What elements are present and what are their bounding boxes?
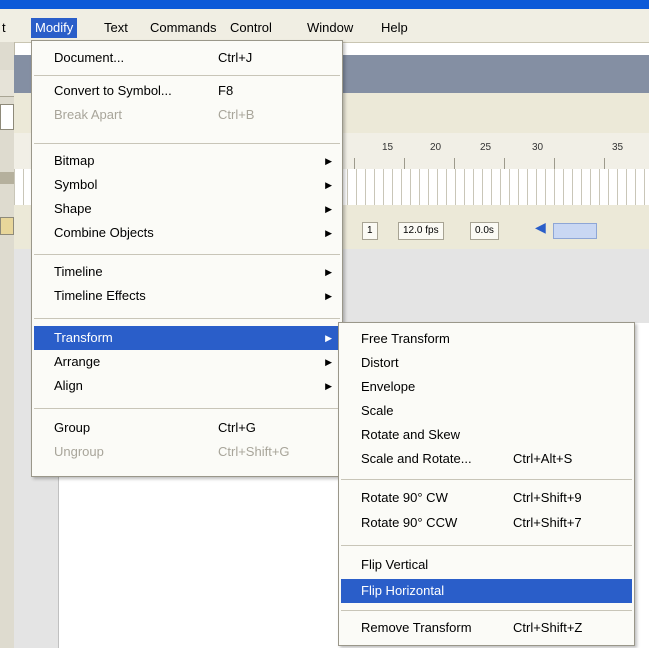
menu-item-shortcut: Ctrl+Alt+S xyxy=(513,451,573,466)
ruler-number: 15 xyxy=(382,142,394,153)
toolbar-tab[interactable] xyxy=(0,70,14,97)
scroll-left-icon[interactable]: ◀ xyxy=(535,219,546,236)
menu-item-label: Timeline xyxy=(54,264,103,279)
modify-menu: Document... Ctrl+J Convert to Symbol... … xyxy=(31,40,343,477)
menu-item-label: Convert to Symbol... xyxy=(54,83,172,98)
menu-item-arrange[interactable]: Arrange ▶ xyxy=(34,350,340,374)
window-title-bar xyxy=(0,0,649,9)
menu-item-shortcut: Ctrl+J xyxy=(218,50,253,65)
menu-item-label: Shape xyxy=(54,201,92,216)
menu-item-rotate-90-ccw[interactable]: Rotate 90° CCW Ctrl+Shift+7 xyxy=(341,511,632,535)
menu-item-shortcut: Ctrl+Shift+G xyxy=(218,444,290,459)
current-frame: 1 xyxy=(362,222,378,240)
ruler-number: 25 xyxy=(480,142,492,153)
menu-item-flip-horizontal[interactable]: Flip Horizontal xyxy=(341,579,632,603)
left-toolbar-edge xyxy=(0,42,15,648)
menubar-item-text[interactable]: Text xyxy=(100,18,132,38)
menubar-item-edit[interactable]: t xyxy=(0,18,10,38)
menu-item-transform[interactable]: Transform ▶ xyxy=(34,326,340,350)
menubar-item-help[interactable]: Help xyxy=(377,18,412,38)
elapsed-time: 0.0s xyxy=(470,222,499,240)
menu-item-scale[interactable]: Scale xyxy=(341,399,632,423)
menu-item-label: Arrange xyxy=(54,354,101,369)
menu-item-free-transform[interactable]: Free Transform xyxy=(341,327,632,351)
menu-item-remove-transform[interactable]: Remove Transform Ctrl+Shift+Z xyxy=(341,616,632,640)
ruler-number: 30 xyxy=(532,142,544,153)
transform-submenu: Free Transform Distort Envelope Scale Ro… xyxy=(338,322,635,646)
menu-item-label: Transform xyxy=(54,330,113,345)
menu-item-shortcut: Ctrl+Shift+7 xyxy=(513,515,582,530)
menu-item-scale-and-rotate[interactable]: Scale and Rotate... Ctrl+Alt+S xyxy=(341,447,632,471)
menu-item-label: Distort xyxy=(361,355,399,370)
menu-item-combine-objects[interactable]: Combine Objects ▶ xyxy=(34,221,340,245)
menu-item-shortcut: F8 xyxy=(218,83,234,98)
menu-item-label: Scale and Rotate... xyxy=(361,451,472,466)
menu-item-group[interactable]: Group Ctrl+G xyxy=(34,416,340,440)
menu-item-label: Free Transform xyxy=(361,331,450,346)
menu-item-label: Align xyxy=(54,378,83,393)
submenu-arrow-icon: ▶ xyxy=(325,291,332,301)
menu-item-shape[interactable]: Shape ▶ xyxy=(34,197,340,221)
submenu-arrow-icon: ▶ xyxy=(325,357,332,367)
menu-item-label: Combine Objects xyxy=(54,225,154,240)
menubar-item-control[interactable]: Control xyxy=(226,18,276,38)
submenu-arrow-icon: ▶ xyxy=(325,204,332,214)
submenu-arrow-icon: ▶ xyxy=(325,156,332,166)
menu-item-shortcut: Ctrl+Shift+9 xyxy=(513,490,582,505)
menu-item-break-apart: Break Apart Ctrl+B xyxy=(34,103,340,127)
menu-item-label: Symbol xyxy=(54,177,98,192)
submenu-arrow-icon: ▶ xyxy=(325,228,332,238)
menu-item-label: Flip Vertical xyxy=(361,557,429,572)
menu-item-distort[interactable]: Distort xyxy=(341,351,632,375)
menu-item-flip-vertical[interactable]: Flip Vertical xyxy=(341,553,632,577)
menu-bar: t Modify Text Commands Control Window He… xyxy=(0,0,649,43)
menu-item-label: Timeline Effects xyxy=(54,288,146,303)
menu-item-symbol[interactable]: Symbol ▶ xyxy=(34,173,340,197)
menu-item-rotate-and-skew[interactable]: Rotate and Skew xyxy=(341,423,632,447)
menu-item-label: Group xyxy=(54,420,91,435)
timeline-scrollbar[interactable] xyxy=(553,223,597,239)
folder-icon[interactable] xyxy=(0,217,14,235)
toolbar-field[interactable] xyxy=(0,104,14,130)
menu-item-label: Break Apart xyxy=(54,107,122,122)
menu-item-label: Rotate 90° CW xyxy=(361,490,448,505)
menu-item-label: Envelope xyxy=(361,379,416,394)
menu-item-document[interactable]: Document... Ctrl+J xyxy=(34,46,340,70)
menu-item-label: Document... xyxy=(54,50,125,65)
menu-item-convert-to-symbol[interactable]: Convert to Symbol... F8 xyxy=(34,79,340,103)
menu-item-label: Ungroup xyxy=(54,444,104,459)
menubar-item-window[interactable]: Window xyxy=(303,18,357,38)
menu-item-label: Flip Horizontal xyxy=(361,583,445,598)
menu-item-timeline[interactable]: Timeline ▶ xyxy=(34,260,340,284)
menubar-item-modify[interactable]: Modify xyxy=(31,18,78,38)
menu-item-bitmap[interactable]: Bitmap ▶ xyxy=(34,149,340,173)
menu-item-shortcut: Ctrl+G xyxy=(218,420,256,435)
frame-rate: 12.0 fps xyxy=(398,222,444,240)
submenu-arrow-icon: ▶ xyxy=(325,333,332,343)
menu-item-ungroup: Ungroup Ctrl+Shift+G xyxy=(34,440,340,464)
ruler-number: 35 xyxy=(612,142,624,153)
menu-item-label: Scale xyxy=(361,403,394,418)
submenu-arrow-icon: ▶ xyxy=(325,381,332,391)
menu-item-label: Rotate and Skew xyxy=(361,427,461,442)
ruler-number: 20 xyxy=(430,142,442,153)
submenu-arrow-icon: ▶ xyxy=(325,267,332,277)
submenu-arrow-icon: ▶ xyxy=(325,180,332,190)
menu-item-label: Bitmap xyxy=(54,153,95,168)
toolbar-tab xyxy=(0,172,14,184)
menu-item-envelope[interactable]: Envelope xyxy=(341,375,632,399)
menu-item-timeline-effects[interactable]: Timeline Effects ▶ xyxy=(34,284,340,308)
menu-item-shortcut: Ctrl+B xyxy=(218,107,255,122)
menu-item-label: Remove Transform xyxy=(361,620,472,635)
menu-item-shortcut: Ctrl+Shift+Z xyxy=(513,620,583,635)
menu-item-align[interactable]: Align ▶ xyxy=(34,374,340,398)
menu-item-rotate-90-cw[interactable]: Rotate 90° CW Ctrl+Shift+9 xyxy=(341,486,632,510)
menubar-item-commands[interactable]: Commands xyxy=(146,18,220,38)
menu-item-label: Rotate 90° CCW xyxy=(361,515,458,530)
